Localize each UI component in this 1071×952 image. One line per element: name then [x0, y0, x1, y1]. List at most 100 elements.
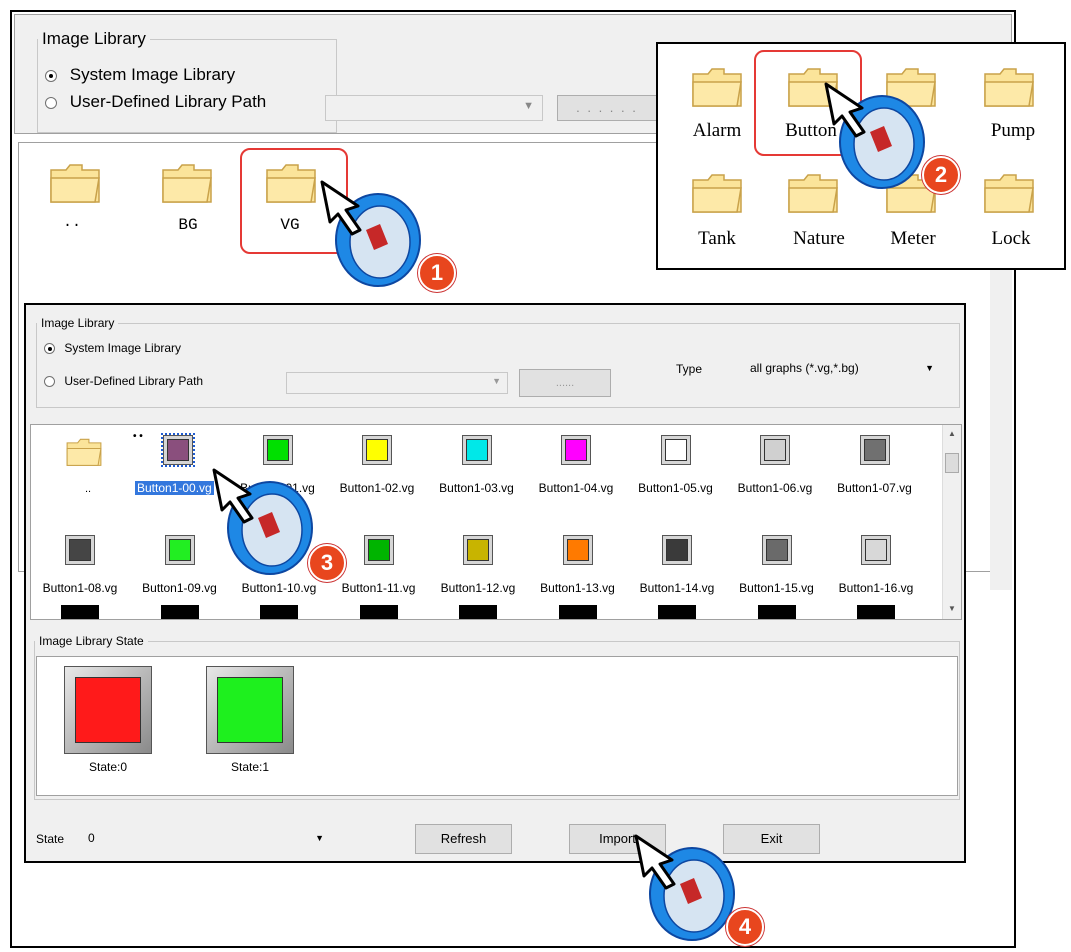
- file-name-label: Button1-14.vg: [639, 581, 715, 595]
- mouse-click-icon: [320, 180, 421, 287]
- file-thumbnail[interactable]: [760, 435, 790, 465]
- file-thumbnail[interactable]: [861, 535, 891, 565]
- file-thumbnail-partial[interactable]: [459, 605, 497, 619]
- file-thumbnail-color: [367, 539, 390, 561]
- file-thumbnail-color: [865, 539, 887, 561]
- file-thumbnail-color: [566, 539, 589, 561]
- radio-unchecked-icon: [44, 376, 55, 388]
- file-thumbnail[interactable]: [362, 435, 392, 465]
- state-0-preview[interactable]: [64, 666, 152, 754]
- file-thumbnail-partial[interactable]: [558, 605, 597, 619]
- file-name-label: Button1-09.vg: [142, 581, 217, 595]
- file-name-label: Button1-15.vg: [739, 581, 814, 595]
- state-1-preview[interactable]: [206, 666, 294, 754]
- file-thumbnail-color: [863, 439, 886, 461]
- mouse-click-icon: [824, 82, 925, 189]
- back-radio-system[interactable]: System Image Library: [45, 65, 235, 85]
- folder-vg-icon[interactable]: [264, 160, 318, 206]
- step-badge-3: 3: [308, 544, 346, 582]
- back-path-dropdown[interactable]: ▼: [325, 95, 543, 121]
- folder-up-icon[interactable]: [65, 435, 103, 469]
- folder-icon[interactable]: [982, 170, 1036, 216]
- image-library-group-title: Image Library: [41, 316, 115, 330]
- back-radio-user[interactable]: User-Defined Library Path: [45, 92, 266, 112]
- radio-system-library[interactable]: System Image Library: [44, 341, 181, 355]
- file-name-label: Button1-13.vg: [540, 581, 615, 595]
- file-thumbnail[interactable]: [262, 435, 293, 465]
- file-thumbnail-partial[interactable]: [61, 605, 99, 619]
- file-thumbnail-color: [465, 439, 488, 461]
- type-select[interactable]: all graphs (*.vg,*.bg) ▼: [746, 356, 942, 380]
- radio-unchecked-icon: [45, 96, 57, 109]
- state-0-label: State:0: [88, 760, 128, 774]
- library-path-dropdown[interactable]: ▼: [286, 372, 508, 394]
- file-thumbnail-partial[interactable]: [757, 605, 796, 619]
- popup-folder-tank: Tank: [698, 228, 736, 249]
- file-name-label: Button1-10.vg: [241, 581, 317, 595]
- scroll-down-icon[interactable]: ▼: [948, 604, 956, 613]
- folder-up-label: ..: [85, 483, 92, 495]
- radio-system-label: System Image Library: [64, 341, 182, 355]
- file-thumbnail-color: [167, 439, 189, 461]
- file-thumbnail[interactable]: [65, 535, 95, 565]
- browse-button[interactable]: ......: [519, 369, 611, 397]
- file-name-label: Button1-02.vg: [339, 481, 415, 495]
- file-thumbnail[interactable]: [761, 535, 792, 565]
- file-thumbnail-partial[interactable]: [658, 605, 696, 619]
- file-thumbnail[interactable]: [363, 535, 394, 565]
- file-thumbnail-color: [666, 539, 688, 561]
- state-0-color: [75, 677, 141, 743]
- file-thumbnail-partial[interactable]: [260, 605, 298, 619]
- mouse-click-icon: [212, 468, 313, 575]
- file-thumbnail[interactable]: [461, 435, 492, 465]
- folder-icon[interactable]: [690, 170, 744, 216]
- back-folder-bg-label: BG: [178, 216, 198, 234]
- scroll-up-icon[interactable]: ▲: [948, 429, 956, 438]
- state-1-color: [217, 677, 283, 743]
- file-thumbnail-color: [664, 439, 687, 461]
- scrollbar-thumb[interactable]: [945, 453, 959, 473]
- radio-user-library[interactable]: User-Defined Library Path: [44, 374, 203, 388]
- radio-checked-icon: [45, 69, 57, 82]
- file-name-label: Button1-00.vg: [135, 481, 214, 495]
- file-thumbnail[interactable]: [562, 535, 593, 565]
- popup-folder-pump: Pump: [990, 120, 1036, 141]
- back-browse-button[interactable]: . . . . . .: [557, 95, 657, 121]
- file-thumbnail[interactable]: [859, 435, 890, 465]
- file-thumbnail-partial[interactable]: [857, 605, 895, 619]
- step-badge-2: 2: [922, 156, 960, 194]
- file-name-label: Button1-03.vg: [439, 481, 514, 495]
- file-thumbnail[interactable]: [660, 435, 691, 465]
- state-preview-area: [36, 656, 958, 796]
- file-name-label: Button1-12.vg: [440, 581, 516, 595]
- file-thumbnail[interactable]: [463, 535, 493, 565]
- folder-icon[interactable]: [982, 64, 1036, 110]
- step-badge-4: 4: [726, 908, 764, 946]
- file-thumbnail-partial[interactable]: [359, 605, 398, 619]
- state-label: State: [36, 832, 65, 846]
- file-name-label: Button1-04.vg: [538, 481, 614, 495]
- file-thumbnail[interactable]: [161, 433, 195, 467]
- file-thumbnail-partial[interactable]: [160, 605, 199, 619]
- type-select-value: all graphs (*.vg,*.bg): [750, 361, 859, 375]
- folder-icon[interactable]: [690, 64, 744, 110]
- back-radio-system-label: System Image Library: [69, 65, 236, 84]
- chevron-down-icon: ▼: [925, 363, 934, 373]
- refresh-button[interactable]: Refresh: [415, 824, 512, 854]
- file-name-label: Button1-05.vg: [638, 481, 713, 495]
- back-folder-vg-label: VG: [280, 216, 300, 234]
- radio-user-label: User-Defined Library Path: [64, 374, 204, 388]
- radio-checked-icon: [44, 343, 55, 355]
- file-name-label: Button1-07.vg: [837, 481, 912, 495]
- file-thumbnail[interactable]: [662, 535, 692, 565]
- file-thumbnail-color: [764, 439, 786, 461]
- back-folder-up-label: ..: [62, 214, 81, 231]
- file-thumbnail[interactable]: [164, 535, 195, 565]
- state-select[interactable]: 0 ▼: [82, 826, 328, 850]
- file-thumbnail-color: [565, 439, 587, 461]
- chevron-down-icon: ▼: [523, 100, 534, 112]
- file-thumbnail-color: [366, 439, 388, 461]
- vertical-scrollbar[interactable]: ▲ ▼: [942, 425, 961, 619]
- state-1-label: State:1: [230, 760, 270, 774]
- file-thumbnail[interactable]: [561, 435, 591, 465]
